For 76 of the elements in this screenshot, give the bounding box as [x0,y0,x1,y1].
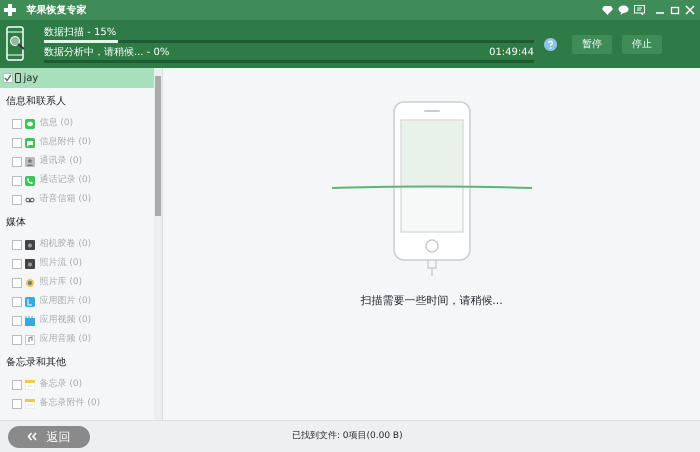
contacts-icon [24,156,34,166]
checkbox[interactable] [12,258,22,268]
help-icon[interactable] [544,38,557,50]
chat-bubble-icon[interactable] [618,5,629,15]
category-item[interactable]: 通讯录 (0) [0,152,154,171]
checkbox[interactable] [12,138,22,148]
device-name: jay [24,72,38,86]
checkbox[interactable] [12,334,22,344]
section-heading: 备忘录和其他 [5,356,67,370]
double-chevron-left-icon [26,432,36,441]
category-item[interactable]: 应用音频 (0) [0,330,154,349]
maximize-icon[interactable] [670,5,680,15]
checkbox[interactable] [12,316,22,326]
checkbox[interactable] [12,176,22,186]
image-icon [24,296,34,306]
checkbox[interactable] [12,398,22,408]
checkbox[interactable] [12,380,22,390]
category-label: 应用视频 (0) [40,314,92,327]
voicemail-icon [24,194,34,204]
scan-message: 扫描需要一些时间，请稍候... [360,293,503,309]
window-title: 苹果恢复专家 [26,3,86,18]
message-icon [24,118,34,128]
elapsed-time: 01:49:44 [489,46,534,60]
checkbox[interactable] [12,296,22,306]
category-label: 通话记录 (0) [40,174,92,187]
notepad-icon [24,398,34,408]
checkbox[interactable] [12,278,22,288]
category-label: 备忘录 (0) [40,378,82,391]
phone-icon [15,73,21,83]
checkbox[interactable] [12,118,22,128]
toolbar-button[interactable]: 停止 [622,34,662,54]
clapperboard-icon [24,316,34,326]
category-item[interactable]: 应用视频 (0) [0,311,154,330]
message-icon [24,138,34,148]
feedback-screen-icon[interactable] [634,5,645,15]
section-heading: 媒体 [5,216,27,230]
category-label: 信息 (0) [40,116,74,130]
category-item[interactable]: 照片库 (0) [0,273,154,292]
category-label: 备忘录附件 (0) [40,396,100,410]
progress-label: 数据分析中，请稍候... - 0% [44,46,170,60]
category-item[interactable]: 语音信箱 (0) [0,190,154,209]
device-row[interactable]: jay [0,68,154,88]
scrollbar[interactable] [154,68,162,420]
category-label: 照片流 (0) [40,256,82,270]
checkbox[interactable] [12,156,22,166]
status-text: 已找到文件: 0项目(0.00 B) [292,430,404,443]
category-label: 应用图片 (0) [40,294,92,308]
category-item[interactable]: 照片流 (0) [0,254,154,273]
category-item[interactable]: 相机胶卷 (0) [0,235,154,254]
category-label: 应用音频 (0) [40,332,92,346]
back-button[interactable]: 返回 [8,426,90,448]
camera-icon [24,240,34,250]
category-item[interactable]: 信息附件 (0) [0,133,154,152]
category-label: 语音信箱 (0) [40,192,92,206]
checkbox[interactable] [12,240,22,250]
category-label: 相机胶卷 (0) [40,238,92,251]
checkbox[interactable] [12,194,22,204]
diamond-icon[interactable] [602,5,613,15]
checkbox[interactable] [2,73,12,83]
category-label: 信息附件 (0) [40,136,92,149]
plus-logo-icon [2,3,16,17]
category-label: 照片库 (0) [40,276,82,289]
phone-call-icon [24,176,34,186]
category-item[interactable]: 通话记录 (0) [0,171,154,190]
category-label: 通讯录 (0) [40,154,82,168]
progress-label: 数据扫描 - 15% [44,26,116,40]
camera-icon [24,258,34,268]
section-heading: 信息和联系人 [5,94,67,108]
toolbar-button[interactable]: 暂停 [572,34,612,54]
category-item[interactable]: 备忘录附件 (0) [0,394,154,413]
flower-icon [24,278,34,288]
category-item[interactable]: 信息 (0) [0,114,154,133]
category-item[interactable]: 应用图片 (0) [0,292,154,311]
category-item[interactable]: 备忘录 (0) [0,375,154,394]
close-icon[interactable] [685,5,695,15]
notepad-icon [24,380,34,390]
